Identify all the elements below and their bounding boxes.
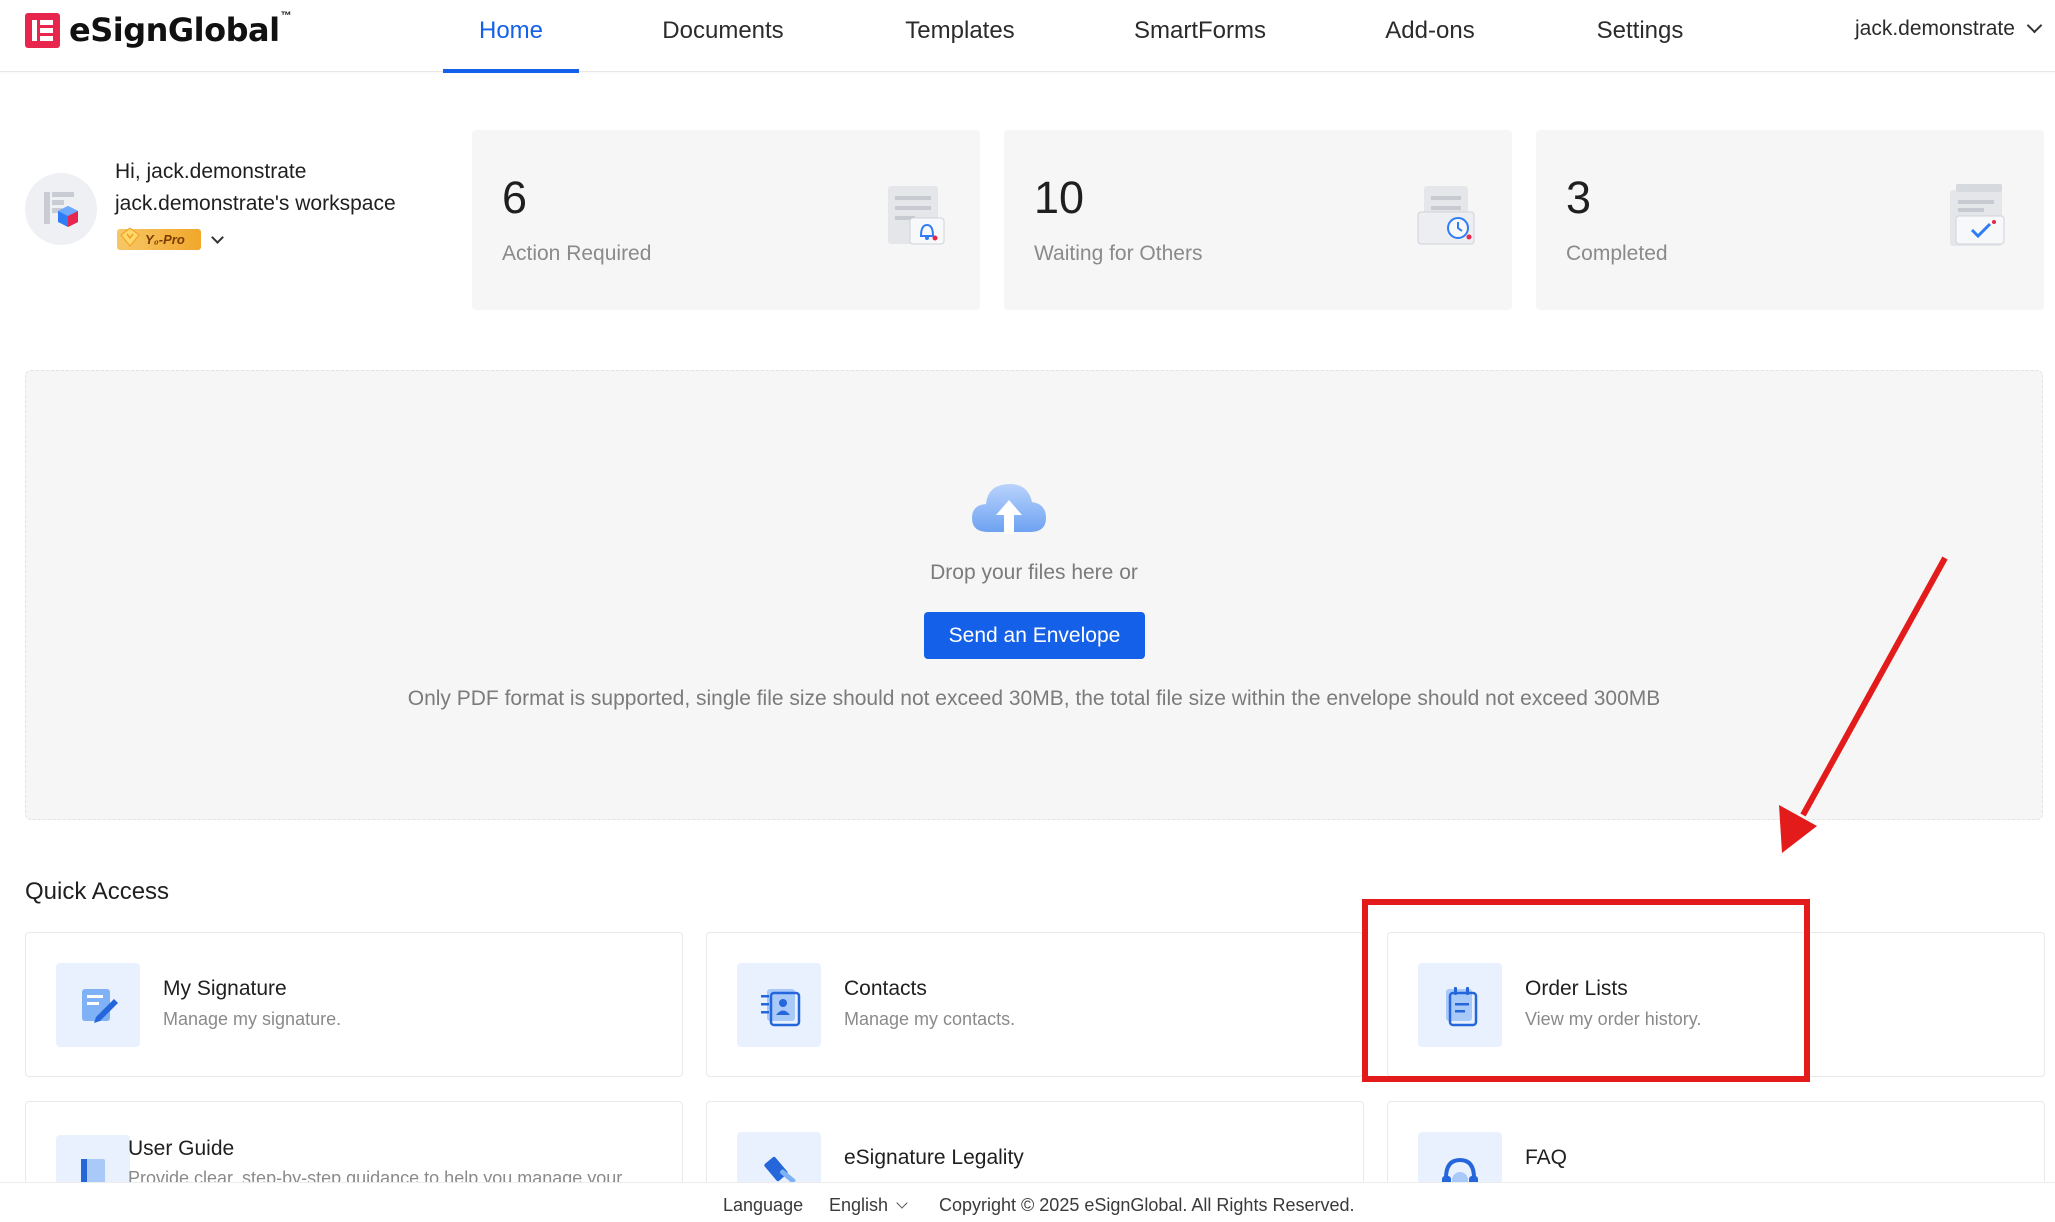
cloud-upload-icon xyxy=(972,484,1046,534)
chevron-down-icon xyxy=(896,1197,908,1209)
nav-home[interactable]: Home xyxy=(443,0,579,73)
envelope-clock-icon xyxy=(1417,186,1475,245)
document-check-icon xyxy=(1950,184,2005,246)
nav-smartforms[interactable]: SmartForms xyxy=(1125,0,1275,72)
nav-documents[interactable]: Documents xyxy=(648,0,798,72)
quick-access-desc: Manage my signature. xyxy=(163,1009,342,1029)
workspace-name: jack.demonstrate's workspace xyxy=(115,192,396,215)
contacts-icon xyxy=(737,963,821,1047)
workspace-dropdown-chevron-icon[interactable] xyxy=(211,231,224,244)
nav-add-ons[interactable]: Add-ons xyxy=(1375,0,1485,72)
user-menu[interactable]: jack.demonstrate xyxy=(1855,0,2055,62)
nav-templates[interactable]: Templates xyxy=(890,0,1030,72)
quick-access-my-signature[interactable]: My Signature Manage my signature. xyxy=(25,932,683,1077)
copyright-text: Copyright © 2025 eSignGlobal. All Rights… xyxy=(939,1195,1355,1215)
annotation-highlight-box xyxy=(1362,899,1810,1082)
quick-access-contacts[interactable]: Contacts Manage my contacts. xyxy=(706,932,1364,1077)
quick-access-name: Contacts xyxy=(844,977,927,1000)
stat-count: 3 xyxy=(1566,172,1592,223)
top-navigation-bar: eSignGlobal ™ Home Documents Templates S… xyxy=(0,0,2055,73)
file-drop-zone[interactable] xyxy=(25,370,2043,820)
stat-card-action-required[interactable]: 6 Action Required xyxy=(472,130,980,310)
language-selector[interactable]: English xyxy=(829,1195,908,1216)
workspace-avatar[interactable] xyxy=(25,173,97,245)
quick-access-title: Quick Access xyxy=(25,878,170,905)
logo-mark-icon xyxy=(25,12,60,48)
stat-label: Action Required xyxy=(502,242,652,265)
quick-access-name: User Guide xyxy=(128,1137,235,1160)
drop-files-text: Drop your files here or xyxy=(930,561,1138,584)
plan-badge: Y₀-Pro xyxy=(117,227,201,250)
quick-access-name: FAQ xyxy=(1525,1146,1568,1169)
upload-requirements-hint: Only PDF format is supported, single fil… xyxy=(407,687,1661,710)
stat-count: 6 xyxy=(502,172,528,223)
logo-text: eSignGlobal xyxy=(69,11,280,49)
quick-access-desc: Manage my contacts. xyxy=(844,1009,1016,1029)
nav-settings[interactable]: Settings xyxy=(1585,0,1695,72)
stat-count: 10 xyxy=(1034,172,1085,223)
stat-label: Waiting for Others xyxy=(1034,242,1203,265)
quick-access-name: My Signature xyxy=(163,977,287,1000)
page-footer: Language English Copyright © 2025 eSignG… xyxy=(0,1182,2055,1222)
logo-trademark: ™ xyxy=(280,10,292,22)
esignglobal-logo[interactable]: eSignGlobal ™ xyxy=(25,10,292,49)
document-bell-icon xyxy=(888,186,945,245)
quick-access-name: eSignature Legality xyxy=(844,1146,1024,1169)
plan-badge-label: Y₀-Pro xyxy=(145,232,185,247)
chevron-down-icon xyxy=(2026,17,2043,34)
workspace-icon xyxy=(44,192,78,227)
stat-label: Completed xyxy=(1566,242,1668,265)
diamond-icon xyxy=(120,227,140,247)
stat-card-completed[interactable]: 3 Completed xyxy=(1536,130,2044,310)
signature-icon xyxy=(56,963,140,1047)
user-name: jack.demonstrate xyxy=(1855,17,2015,40)
stat-card-waiting-for-others[interactable]: 10 Waiting for Others xyxy=(1004,130,1512,310)
language-value: English xyxy=(829,1195,889,1215)
greeting-text: Hi, jack.demonstrate xyxy=(115,160,307,183)
send-envelope-button[interactable]: Send an Envelope xyxy=(924,612,1145,659)
language-label: Language xyxy=(723,1195,804,1215)
